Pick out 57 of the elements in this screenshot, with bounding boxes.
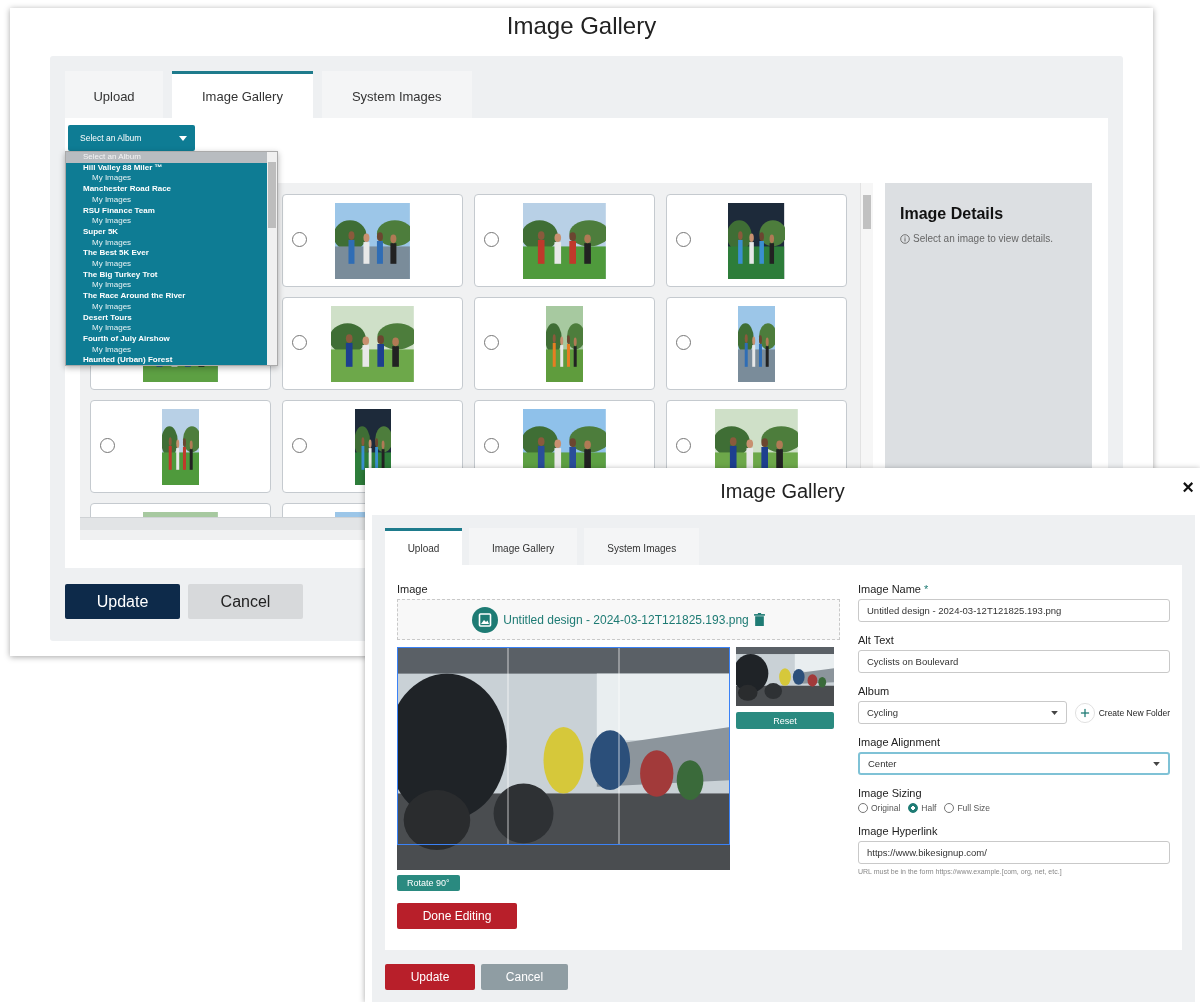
field-label: Alt Text bbox=[858, 634, 894, 646]
album-option[interactable]: Hill Valley 88 Miler ™ bbox=[66, 162, 267, 174]
album-option[interactable]: The Big Turkey Trot bbox=[66, 269, 267, 281]
album-option[interactable]: My Images bbox=[66, 344, 267, 356]
close-button[interactable]: × bbox=[1180, 476, 1196, 499]
radio-option[interactable]: Half bbox=[908, 803, 937, 813]
album-option[interactable]: Haunted (Urban) Forest bbox=[66, 355, 267, 365]
tab[interactable]: System Images bbox=[584, 528, 700, 565]
album-option[interactable]: My Images bbox=[66, 173, 267, 185]
album-option[interactable]: My Images bbox=[66, 237, 267, 249]
dialog-button[interactable]: Cancel bbox=[481, 964, 568, 990]
window-title: Image Gallery bbox=[720, 480, 845, 503]
album-option[interactable]: My Images bbox=[66, 216, 267, 227]
done-editing-button[interactable]: Done Editing bbox=[397, 903, 517, 929]
details-hint: Select an image to view details. bbox=[913, 233, 1054, 244]
field-label: Image Hyperlink bbox=[858, 825, 938, 837]
album-option[interactable]: The Race Around the River bbox=[66, 291, 267, 302]
album-option[interactable]: My Images bbox=[66, 301, 267, 313]
required-mark: * bbox=[924, 583, 929, 595]
window-title: Image Gallery bbox=[506, 11, 657, 41]
dialog-button[interactable]: Cancel bbox=[188, 584, 303, 619]
tab[interactable]: Image Gallery bbox=[469, 528, 578, 565]
radio-option[interactable]: Full Size bbox=[944, 803, 990, 813]
album-option[interactable]: My Images bbox=[66, 259, 267, 270]
field-label: Image Sizing bbox=[858, 787, 922, 799]
radio-option[interactable]: Original bbox=[858, 803, 901, 813]
field-label: Image Alignment bbox=[858, 736, 940, 748]
details-title: Image Details bbox=[900, 205, 1005, 223]
album-option[interactable]: My Images bbox=[66, 194, 267, 206]
rotate-button[interactable]: Rotate 90° bbox=[397, 875, 460, 891]
album-select[interactable]: Select an Album bbox=[68, 125, 195, 151]
text-field[interactable]: https://www.bikesignup.com/ bbox=[858, 841, 1170, 864]
album-option[interactable]: My Images bbox=[66, 280, 267, 292]
album-option[interactable]: The Best 5K Ever bbox=[66, 248, 267, 260]
reset-button[interactable]: Reset bbox=[736, 712, 834, 729]
field-label: Album bbox=[858, 685, 890, 697]
dialog-button[interactable]: Update bbox=[65, 584, 180, 619]
dialog-button[interactable]: Update bbox=[385, 964, 475, 990]
album-option[interactable]: Super 5K bbox=[66, 226, 267, 238]
album-option[interactable]: Manchester Road Race bbox=[66, 184, 267, 195]
album-option[interactable]: RSU Finance Team bbox=[66, 205, 267, 217]
album-option[interactable]: Desert Tours bbox=[66, 312, 267, 324]
file-name: Untitled design - 2024-03-12T121825.193.png bbox=[503, 612, 749, 627]
album-option[interactable]: Fourth of July Airshow bbox=[66, 333, 267, 345]
tab[interactable]: System Images bbox=[321, 71, 472, 118]
select-field[interactable]: Center bbox=[858, 752, 1170, 775]
drop-zone[interactable]: Untitled design - 2024-03-12T121825.193.png bbox=[397, 599, 840, 640]
select-field[interactable]: Cycling bbox=[858, 701, 1067, 724]
album-option[interactable]: My Images bbox=[66, 323, 267, 334]
field-label: Image bbox=[397, 583, 428, 595]
create-folder-button[interactable]: Create New Folder bbox=[1074, 702, 1170, 723]
field-label: Image Name bbox=[858, 583, 921, 595]
tab[interactable]: Image Gallery bbox=[172, 71, 313, 118]
text-field[interactable]: Untitled design - 2024-03-12T121825.193.png bbox=[858, 599, 1170, 622]
tab[interactable]: Upload bbox=[385, 528, 462, 565]
tab[interactable]: Upload bbox=[65, 71, 163, 118]
text-field[interactable]: Cyclists on Boulevard bbox=[858, 650, 1170, 673]
